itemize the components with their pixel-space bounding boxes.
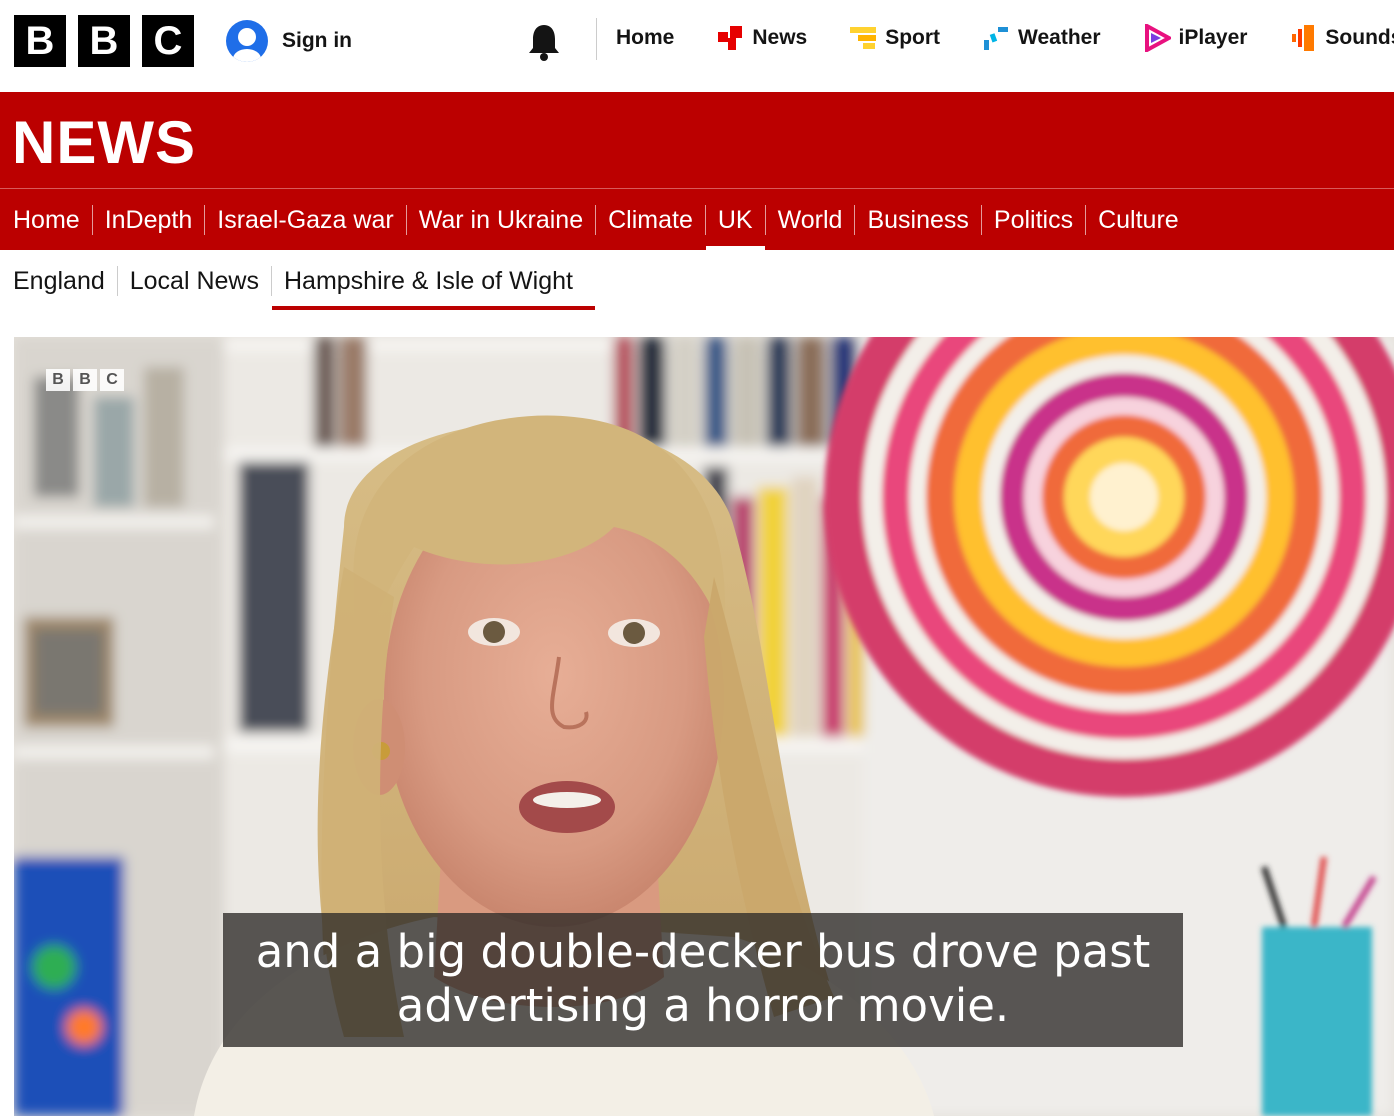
sign-in-button[interactable]: Sign in [226,20,352,62]
account-icon [226,20,268,62]
top-nav-iplayer[interactable]: iPlayer [1143,24,1248,52]
sign-in-label: Sign in [282,29,352,52]
bbc-logo[interactable]: B B C [14,15,194,67]
sounds-icon [1292,25,1315,51]
news-masthead: NEWS [0,92,1394,188]
weather-icon [984,27,1009,50]
logo-letter-b1: B [14,15,66,67]
sub-nav: England Local News Hampshire & Isle of W… [13,252,595,310]
subnav-hampshire-isle-of-wight[interactable]: Hampshire & Isle of Wight [271,252,595,310]
top-nav-home[interactable]: Home [616,26,674,50]
nav-business[interactable]: Business [855,189,980,251]
top-nav: Home News Sport Weather iPlayer Sound [616,24,1394,52]
bbc-top-bar: B B C Sign in Home News Sport Weather iP… [0,0,1394,92]
top-nav-news-label: News [752,26,808,49]
sport-icon [850,27,877,49]
watermark-letter-b1: B [46,369,70,391]
news-title[interactable]: NEWS [12,108,196,177]
top-nav-weather[interactable]: Weather [982,24,1101,52]
top-nav-sport-label: Sport [885,26,941,49]
top-nav-news[interactable]: News [716,24,807,52]
video-player[interactable]: B B C and a big double-decker bus drove … [14,337,1394,1116]
watermark-letter-b2: B [73,369,97,391]
nav-war-in-ukraine[interactable]: War in Ukraine [407,189,595,251]
caption-line-2: advertising a horror movie. [396,979,1010,1032]
nav-israel-gaza-war[interactable]: Israel-Gaza war [205,189,405,251]
nav-home[interactable]: Home [13,189,92,251]
subnav-england[interactable]: England [13,252,117,310]
top-nav-sport[interactable]: Sport [849,24,940,52]
top-nav-weather-label: Weather [1018,26,1101,49]
nav-indepth[interactable]: InDepth [93,189,205,251]
caption-line-1: and a big double-decker bus drove past [255,925,1151,978]
nav-climate[interactable]: Climate [596,189,705,251]
nav-uk[interactable]: UK [705,189,765,251]
news-nav-bar: Home InDepth Israel-Gaza war War in Ukra… [0,188,1394,251]
top-nav-sounds-label: Sounds [1325,26,1394,49]
nav-culture[interactable]: Culture [1086,189,1191,251]
top-nav-iplayer-label: iPlayer [1178,26,1248,49]
watermark-letter-c: C [100,369,124,391]
logo-letter-c: C [142,15,194,67]
top-nav-home-label: Home [616,26,675,49]
logo-letter-b2: B [78,15,130,67]
news-icon [718,26,743,50]
bbc-watermark: B B C [46,369,124,391]
nav-world[interactable]: World [766,189,855,251]
notifications-bell-icon[interactable] [526,22,562,62]
iplayer-icon [1144,24,1171,52]
subnav-local-news[interactable]: Local News [118,252,271,310]
news-nav: Home InDepth Israel-Gaza war War in Ukra… [0,189,1394,251]
video-caption: and a big double-decker bus drove past a… [223,913,1183,1047]
nav-politics[interactable]: Politics [982,189,1085,251]
top-divider [596,18,597,60]
top-nav-sounds[interactable]: Sounds [1289,24,1394,52]
